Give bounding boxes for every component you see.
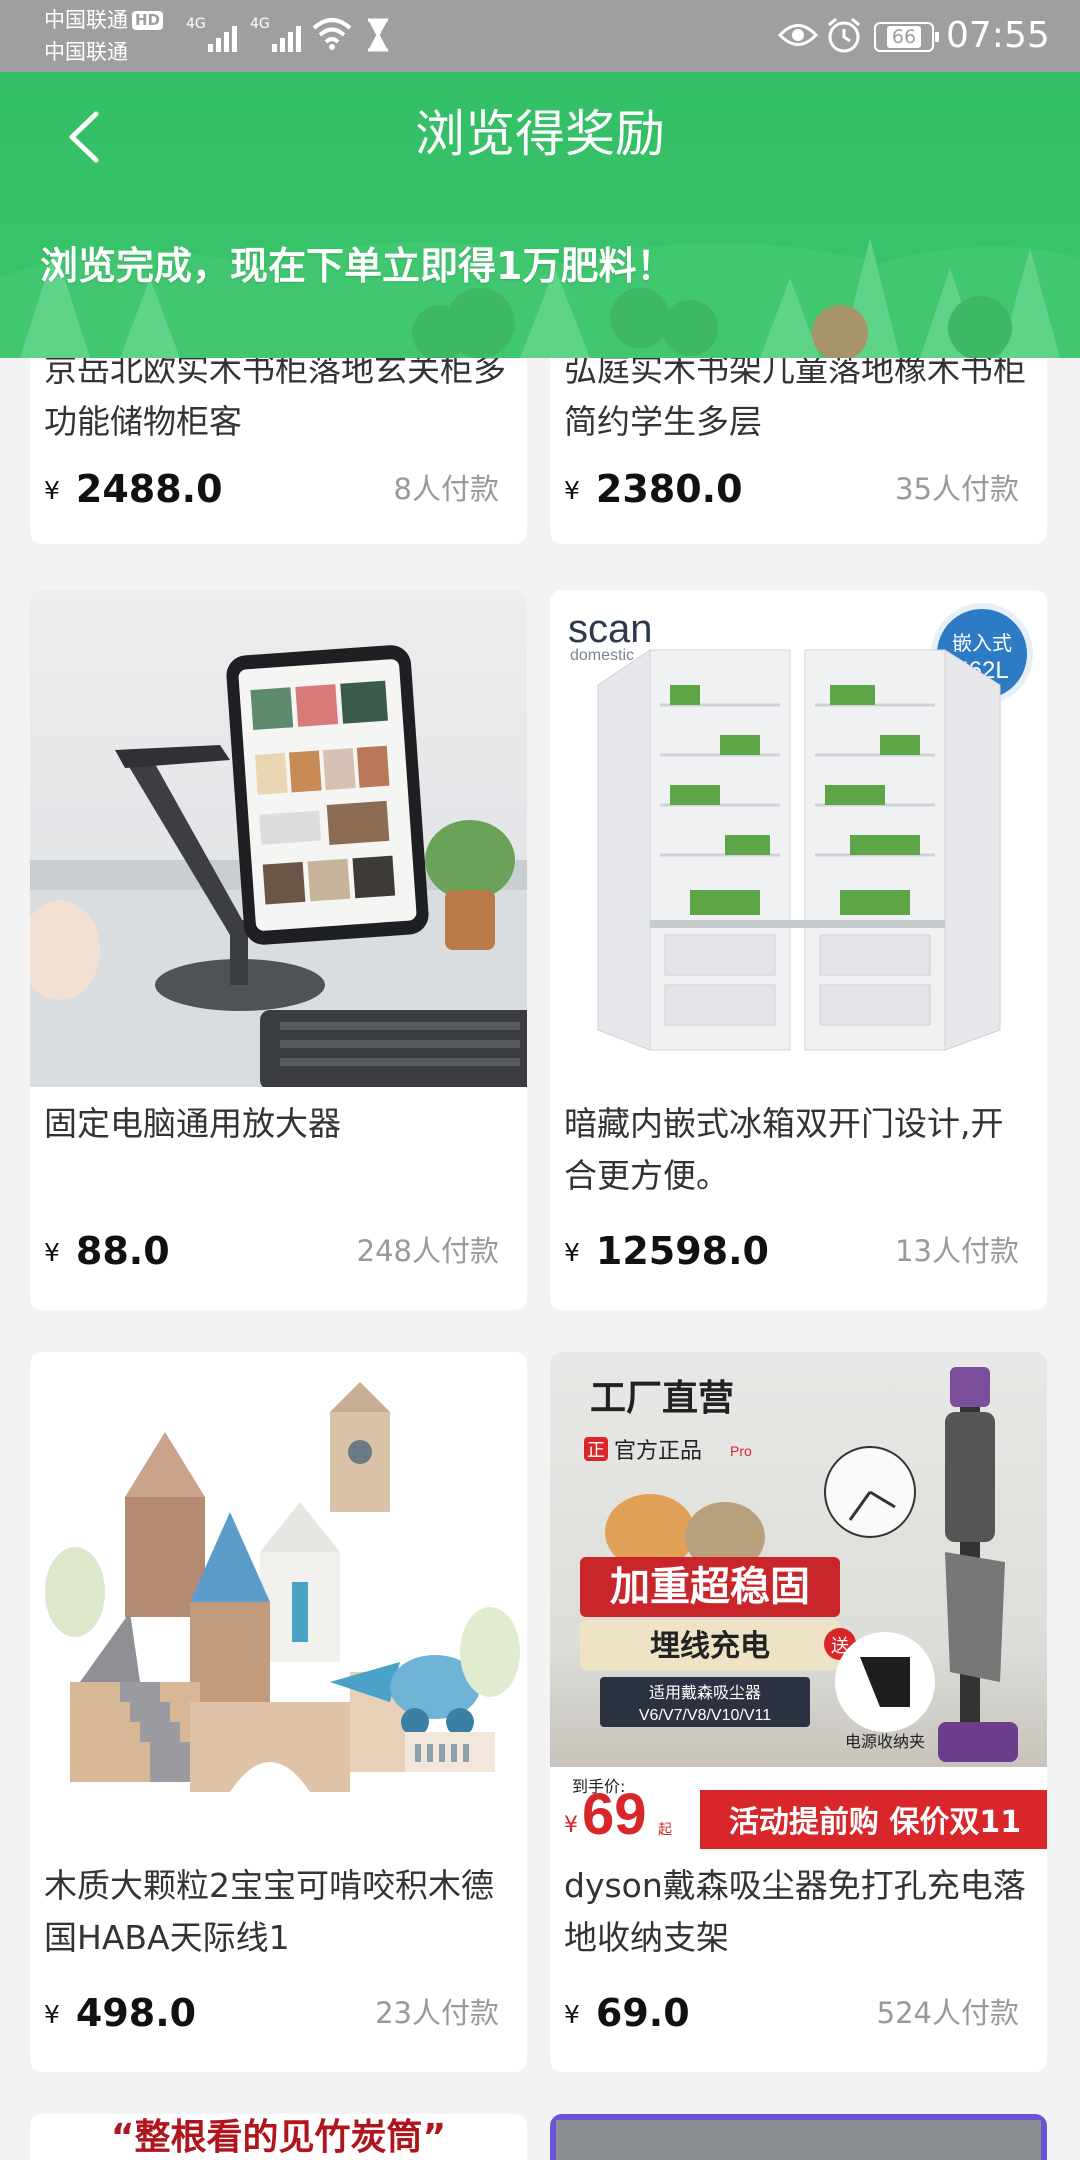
page-title: 浏览得奖励 — [415, 105, 665, 163]
handprice-value: 69 — [582, 1782, 647, 1847]
product-title: 弘庭实木书架儿童落地橡木书柜简约学生多层 — [564, 350, 1026, 441]
product-card[interactable]: scan domestic 嵌入式 562L 暗藏内嵌式冰箱双开门设计,开合更方… — [550, 590, 1047, 1310]
signal-2-icon: 4G — [250, 16, 301, 52]
brand-logo-sub: domestic — [570, 647, 634, 664]
promo-compat-2: V6/V7/V8/V10/V11 — [639, 1707, 771, 1724]
product-card[interactable]: 木质大颗粒2宝宝可啃咬积木德国HABA天际线1 ¥498.0 23人付款 — [30, 1352, 527, 2072]
product-image-text: “整根看的见竹炭筒” — [110, 2117, 447, 2158]
hourglass-icon — [367, 18, 389, 52]
promo-pro: Pro — [730, 1443, 752, 1459]
promo-wiring: 埋线充电 — [650, 1629, 770, 1664]
handprice-yen: ¥ — [564, 1813, 578, 1838]
product-card[interactable]: 工厂直营 正 官方正品 Pro 加重超稳固 埋线充电 适用戴森吸尘器 V6/V7… — [550, 1352, 1047, 2072]
battery-level: 66 — [886, 26, 922, 48]
product-price: ¥88.0 — [44, 1229, 170, 1273]
product-price: ¥498.0 — [44, 1991, 197, 2035]
carrier-1-name: 中国联通 — [44, 8, 128, 32]
product-sales: 13人付款 — [895, 1234, 1019, 1268]
carrier-2: 中国联通 — [44, 40, 128, 64]
promo-compat-1: 适用戴森吸尘器 — [649, 1683, 761, 1702]
product-sales: 8人付款 — [393, 472, 499, 506]
promo-heavy: 加重超稳固 — [610, 1564, 810, 1610]
promo-genuine: 官方正品 — [614, 1439, 702, 1464]
product-price: ¥12598.0 — [564, 1229, 769, 1273]
handprice-suffix: 起 — [658, 1822, 672, 1838]
status-time: 07:55 — [946, 15, 1050, 56]
product-price: ¥2380.0 — [564, 467, 743, 511]
status-bar: 中国联通 HD 中国联通 4G 4G 66 07:55 — [0, 0, 1080, 72]
promo-banner: 活动提前购 保价双11 — [729, 1805, 1021, 1840]
reward-banner: 浏览完成，现在下单立即得1万肥料！ — [40, 244, 675, 288]
brand-logo-text: scan — [568, 607, 653, 651]
carrier-1: 中国联通 HD — [44, 8, 164, 32]
network-type-1: 4G — [186, 16, 206, 32]
product-image-tablet-stand[interactable] — [30, 590, 527, 1087]
product-image — [556, 2120, 1041, 2160]
product-price: ¥2488.0 — [44, 467, 223, 511]
product-image-fridge[interactable]: scan domestic 嵌入式 562L — [550, 590, 1047, 1087]
product-image-vacuum-stand[interactable]: 工厂直营 正 官方正品 Pro 加重超稳固 埋线充电 适用戴森吸尘器 V6/V7… — [550, 1352, 1047, 1849]
product-title: 木质大颗粒2宝宝可啃咬积木德国HABA天际线1 — [44, 1866, 494, 1957]
network-type-2: 4G — [250, 16, 270, 32]
product-title: 暗藏内嵌式冰箱双开门设计,开合更方便。 — [564, 1104, 1004, 1195]
reward-header: 浏览得奖励 浏览完成，现在下单立即得1万肥料！ — [0, 72, 1080, 358]
product-sales: 35人付款 — [895, 472, 1019, 506]
product-card[interactable]: 固定电脑通用放大器 ¥88.0 248人付款 — [30, 590, 527, 1310]
product-card[interactable] — [550, 2114, 1047, 2160]
promo-holder: 电源收纳夹 — [845, 1732, 925, 1751]
product-sales: 248人付款 — [356, 1234, 499, 1268]
product-title: dyson戴森吸尘器免打孔充电落地收纳支架 — [564, 1866, 1026, 1957]
signal-1-icon: 4G — [186, 16, 237, 52]
battery-icon: 66 — [874, 22, 939, 52]
promo-genuine-mark: 正 — [587, 1440, 605, 1461]
promo-factory: 工厂直营 — [590, 1378, 734, 1419]
product-sales: 524人付款 — [876, 1996, 1019, 2030]
product-title: 京岳北欧实木书柜落地玄关柜多功能储物柜客 — [44, 350, 506, 441]
product-title: 固定电脑通用放大器 — [44, 1104, 341, 1143]
product-card[interactable]: “整根看的见竹炭筒” — [30, 2114, 527, 2160]
hd-badge: HD — [132, 11, 164, 30]
product-sales: 23人付款 — [375, 1996, 499, 2030]
product-price: ¥69.0 — [564, 1991, 690, 2035]
alarm-icon — [828, 17, 860, 53]
eye-comfort-icon — [778, 24, 818, 46]
product-image-blocks[interactable] — [30, 1352, 527, 1849]
wifi-icon — [312, 18, 352, 50]
capacity-badge-line1: 嵌入式 — [952, 631, 1012, 655]
